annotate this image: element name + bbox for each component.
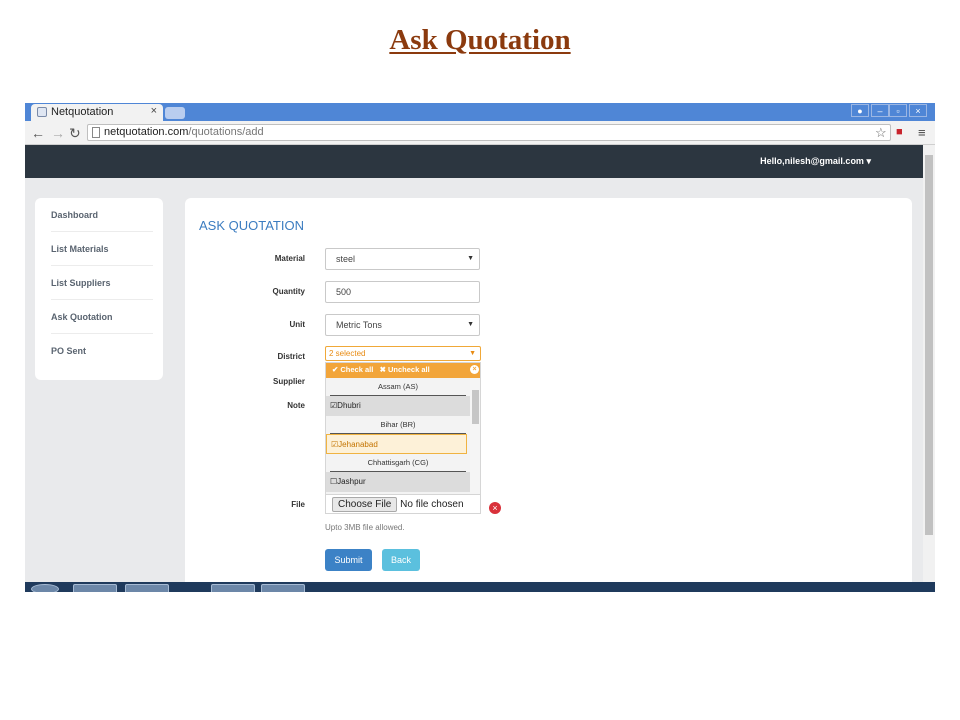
extension-icon[interactable]: ■ xyxy=(896,125,903,140)
material-value: steel xyxy=(336,254,356,264)
option-group-label: Chhattisgarh (CG) xyxy=(330,454,466,472)
sidebar-item-list-materials[interactable]: List Materials xyxy=(51,232,153,266)
option-label: Jashpur xyxy=(337,477,366,486)
page-scrollbar[interactable] xyxy=(923,145,935,582)
district-multiselect[interactable]: 2 selected ▼ xyxy=(325,346,481,361)
sidebar: Dashboard List Materials List Suppliers … xyxy=(35,198,163,380)
submit-button[interactable]: Submit xyxy=(325,549,372,571)
minimize-icon[interactable]: – xyxy=(871,104,889,117)
tab-strip: Netquotation × ● – ▫ × xyxy=(25,103,935,121)
browser-toolbar: ← → ↻ netquotation.com/quotations/add ☆ … xyxy=(25,121,935,145)
taskbar-chrome-icon[interactable] xyxy=(261,584,305,592)
district-dropdown-panel: ✔ Check all ✖ Uncheck all × Assam (AS) ☑… xyxy=(325,362,481,498)
menu-icon[interactable]: ≡ xyxy=(918,125,926,140)
unit-value: Metric Tons xyxy=(336,320,382,330)
select-caret-icon: ▼ xyxy=(467,255,474,262)
taskbar-folder-icon[interactable] xyxy=(73,584,117,592)
district-option-jehanabad[interactable]: ☑Jehanabad xyxy=(326,434,467,454)
check-all-label: Check all xyxy=(340,365,374,374)
district-label: District xyxy=(277,352,305,361)
note-label: Note xyxy=(287,401,305,410)
app-header: Hello,nilesh@gmail.com ▾ xyxy=(25,145,923,178)
dropdown-scroll-thumb[interactable] xyxy=(472,390,479,424)
page-title: ASK QUOTATION xyxy=(199,218,304,233)
remove-file-icon[interactable]: × xyxy=(489,502,501,514)
district-option-jashpur[interactable]: ☐Jashpur xyxy=(326,472,470,492)
select-caret-icon: ▼ xyxy=(467,321,474,328)
start-icon[interactable] xyxy=(31,584,59,592)
forward-arrow-icon[interactable]: → xyxy=(51,125,65,141)
new-tab-button[interactable] xyxy=(165,107,185,119)
file-label: File xyxy=(291,500,305,509)
close-dropdown-icon[interactable]: × xyxy=(470,365,479,374)
page-icon xyxy=(92,127,100,138)
taskbar-app-icon[interactable] xyxy=(211,584,255,592)
choose-file-button[interactable]: Choose File xyxy=(332,497,398,512)
page-scroll-thumb[interactable] xyxy=(925,155,933,535)
os-taskbar xyxy=(25,582,935,592)
sidebar-item-po-sent[interactable]: PO Sent xyxy=(51,334,153,368)
reload-icon[interactable]: ↻ xyxy=(69,125,81,141)
back-button[interactable]: Back xyxy=(382,549,420,571)
file-status: No file chosen xyxy=(400,499,464,510)
tab-title: Netquotation xyxy=(51,106,114,118)
taskbar-app-icon[interactable] xyxy=(125,584,169,592)
browser-window: Netquotation × ● – ▫ × ← → ↻ netquotatio… xyxy=(25,103,935,592)
site-favicon-icon xyxy=(37,107,47,117)
option-group-label: Bihar (BR) xyxy=(330,416,466,434)
url-path: /quotations/add xyxy=(188,126,264,138)
quantity-value: 500 xyxy=(336,287,352,297)
bookmark-star-icon[interactable]: ☆ xyxy=(875,125,887,140)
check-all-button[interactable]: ✔ Check all xyxy=(332,365,373,374)
unit-label: Unit xyxy=(289,320,305,329)
cross-icon: ✖ xyxy=(379,365,386,374)
uncheck-all-label: Uncheck all xyxy=(387,365,430,374)
user-menu-label: Hello,nilesh@gmail.com xyxy=(760,156,864,166)
dropdown-header: ✔ Check all ✖ Uncheck all × xyxy=(326,363,480,378)
option-label: Dhubri xyxy=(337,401,361,410)
file-size-hint: Upto 3MB file allowed. xyxy=(325,523,405,532)
dropdown-scrollbar[interactable] xyxy=(470,378,480,497)
chevron-down-icon: ▾ xyxy=(866,156,871,166)
chevron-down-icon: ▼ xyxy=(469,350,476,357)
unit-select[interactable]: Metric Tons ▼ xyxy=(325,314,480,336)
address-bar[interactable]: netquotation.com/quotations/add xyxy=(87,124,891,141)
file-input[interactable]: Choose File No file chosen xyxy=(325,494,481,514)
option-group-label: Assam (AS) xyxy=(330,378,466,396)
material-label: Material xyxy=(274,254,305,263)
user-profile-icon[interactable]: ● xyxy=(851,104,869,117)
user-menu[interactable]: Hello,nilesh@gmail.com ▾ xyxy=(760,156,871,167)
material-select[interactable]: steel ▼ xyxy=(325,248,480,270)
back-arrow-icon[interactable]: ← xyxy=(31,125,45,141)
main-panel: ASK QUOTATION Material steel ▼ Quantity … xyxy=(185,198,912,592)
district-selected-count: 2 selected xyxy=(329,349,366,358)
supplier-label: Supplier xyxy=(272,377,305,386)
quantity-label: Quantity xyxy=(272,287,305,296)
url-host: netquotation.com xyxy=(104,126,189,138)
tab-netquotation[interactable]: Netquotation × xyxy=(31,104,163,121)
quantity-input[interactable]: 500 xyxy=(325,281,480,303)
option-label: Jehanabad xyxy=(338,440,378,449)
check-icon: ✔ xyxy=(332,365,339,374)
maximize-icon[interactable]: ▫ xyxy=(889,104,907,117)
close-window-icon[interactable]: × xyxy=(909,104,927,117)
sidebar-item-list-suppliers[interactable]: List Suppliers xyxy=(51,266,153,300)
slide-title: Ask Quotation xyxy=(389,24,571,56)
sidebar-item-ask-quotation[interactable]: Ask Quotation xyxy=(51,300,153,334)
sidebar-item-dashboard[interactable]: Dashboard xyxy=(51,198,153,232)
tab-close-icon[interactable]: × xyxy=(151,105,157,117)
district-option-list: Assam (AS) ☑Dhubri Bihar (BR) ☑Jehanabad… xyxy=(326,378,470,492)
district-option-dhubri[interactable]: ☑Dhubri xyxy=(326,396,470,416)
uncheck-all-button[interactable]: ✖ Uncheck all xyxy=(380,365,430,374)
